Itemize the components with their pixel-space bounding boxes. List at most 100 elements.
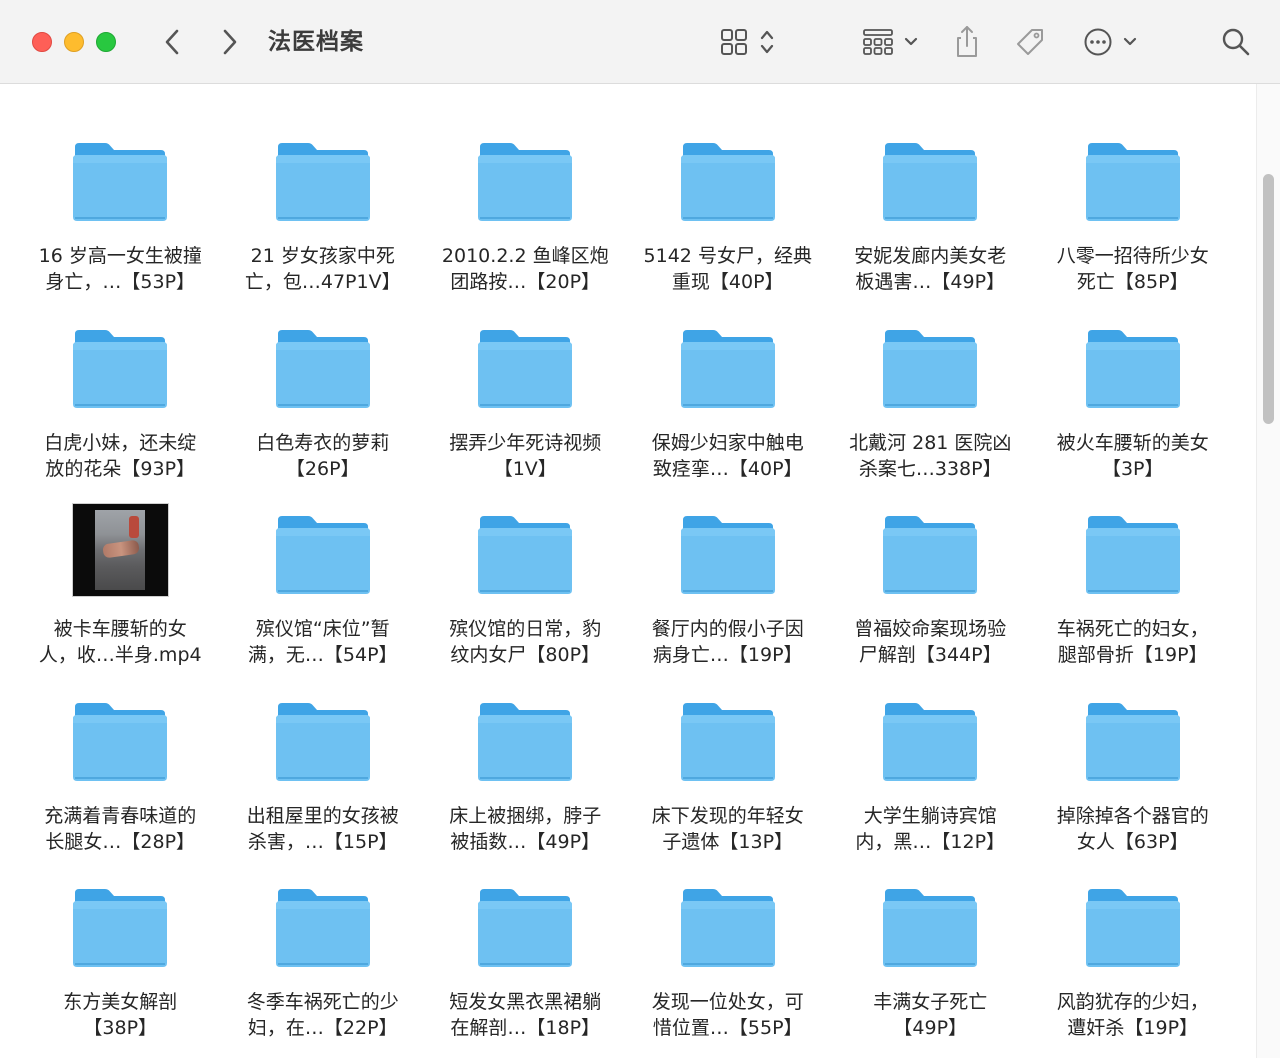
file-name-label: 充满着青春味道的 长腿女…【28P】 <box>44 804 197 853</box>
file-item[interactable]: 殡仪馆“床位”暂 满，无…【54P】 <box>222 502 425 689</box>
file-grid: 16 岁高一女生被撞 身亡，…【53P】 21 岁女孩家中死 亡，包…47P1V】… <box>19 129 1234 1058</box>
file-item[interactable]: 短发女黑衣黑裙躺 在解剖…【18P】 <box>424 875 627 1058</box>
file-item[interactable]: 丰满女子死亡 【49P】 <box>829 875 1032 1058</box>
folder-icon <box>68 316 172 410</box>
ellipsis-circle-icon <box>1084 28 1137 56</box>
folder-icon-graphic <box>478 516 573 594</box>
grid-view-icon <box>721 29 774 55</box>
file-item[interactable]: 2010.2.2 鱼峰区炮 团路按…【20P】 <box>424 129 627 316</box>
search-button[interactable] <box>1218 22 1254 62</box>
folder-icon-graphic <box>1085 889 1180 967</box>
folder-icon <box>676 875 780 969</box>
folder-icon <box>676 502 780 596</box>
file-item[interactable]: 被火车腰斩的美女 【3P】 <box>1032 316 1235 503</box>
file-item[interactable]: 车祸死亡的妇女， 腿部骨折【19P】 <box>1032 502 1235 689</box>
file-name-label: 床上被捆绑，脖子 被插数…【49P】 <box>449 804 602 853</box>
back-button[interactable] <box>156 22 188 62</box>
folder-icon-graphic <box>680 516 775 594</box>
close-button[interactable] <box>32 32 52 52</box>
file-name-label: 餐厅内的假小子因 病身亡…【19P】 <box>651 618 804 666</box>
folder-icon-graphic <box>680 702 775 781</box>
file-name-label: 大学生躺诗宾馆 内，黑…【12P】 <box>855 804 1006 853</box>
file-browser-content: 16 岁高一女生被撞 身亡，…【53P】 21 岁女孩家中死 亡，包…47P1V】… <box>0 84 1256 1058</box>
file-name-label: 安妮发廊内美女老 板遇害…【49P】 <box>854 245 1007 293</box>
chevron-left-icon <box>165 29 179 55</box>
file-name-label: 床下发现的年轻女 子遗体【13P】 <box>651 804 804 853</box>
folder-icon-graphic <box>1085 516 1180 594</box>
folder-icon <box>271 875 375 969</box>
file-item[interactable]: 东方美女解剖 【38P】 <box>19 875 222 1058</box>
folder-icon <box>1081 875 1185 969</box>
file-name-label: 曾福姣命案现场验 尸解剖【344P】 <box>854 618 1007 666</box>
minimize-button[interactable] <box>64 32 84 52</box>
share-icon <box>957 26 977 57</box>
file-item[interactable]: 保姆少妇家中触电 致痉挛…【40P】 <box>627 316 830 503</box>
folder-icon <box>878 502 982 596</box>
forward-button[interactable] <box>214 22 246 62</box>
tag-icon <box>1017 29 1043 55</box>
file-name-label: 掉除掉各个器官的 女人【63P】 <box>1056 804 1209 853</box>
video-thumbnail <box>68 502 172 596</box>
folder-icon-graphic <box>73 143 168 221</box>
file-item[interactable]: 被卡车腰斩的女 人，收…半身.mp4 <box>19 502 222 689</box>
folder-icon-graphic <box>478 702 573 781</box>
file-name-label: 殡仪馆的日常，豹 纹内女尸【80P】 <box>449 618 602 666</box>
toolbar: 法医档案 <box>0 0 1280 84</box>
tags-button[interactable] <box>1010 22 1050 62</box>
folder-icon-graphic <box>883 889 978 967</box>
folder-icon <box>676 689 780 783</box>
file-item[interactable]: 白色寿衣的萝莉 【26P】 <box>222 316 425 503</box>
file-item[interactable]: 充满着青春味道的 长腿女…【28P】 <box>19 689 222 876</box>
file-name-label: 北戴河 281 医院凶 杀案七…338P】 <box>849 431 1012 480</box>
file-item[interactable]: 北戴河 281 医院凶 杀案七…338P】 <box>829 316 1032 503</box>
folder-icon-graphic <box>1085 329 1180 408</box>
file-item[interactable]: 八零一招待所少女 死亡【85P】 <box>1032 129 1235 316</box>
file-item[interactable]: 16 岁高一女生被撞 身亡，…【53P】 <box>19 129 222 316</box>
file-item[interactable]: 摆弄少年死诗视频 【1V】 <box>424 316 627 503</box>
vertical-scrollbar[interactable] <box>1256 84 1280 1058</box>
file-item[interactable]: 安妮发廊内美女老 板遇害…【49P】 <box>829 129 1032 316</box>
file-item[interactable]: 21 岁女孩家中死 亡，包…47P1V】 <box>222 129 425 316</box>
folder-icon-graphic <box>73 329 168 408</box>
file-item[interactable]: 床上被捆绑，脖子 被插数…【49P】 <box>424 689 627 876</box>
zoom-button[interactable] <box>96 32 116 52</box>
file-item[interactable]: 大学生躺诗宾馆 内，黑…【12P】 <box>829 689 1032 876</box>
view-mode-button[interactable] <box>716 22 782 62</box>
file-item[interactable]: 风韵犹存的少妇， 遭奸杀【19P】 <box>1032 875 1235 1058</box>
file-item[interactable]: 发现一位处女，可 惜位置…【55P】 <box>627 875 830 1058</box>
folder-icon <box>473 129 577 223</box>
file-name-label: 2010.2.2 鱼峰区炮 团路按…【20P】 <box>441 245 609 293</box>
file-item[interactable]: 冬季车祸死亡的少 妇，在…【22P】 <box>222 875 425 1058</box>
file-name-label: 5142 号女尸，经典 重现【40P】 <box>643 245 812 293</box>
file-item[interactable]: 殡仪馆的日常，豹 纹内女尸【80P】 <box>424 502 627 689</box>
file-name-label: 发现一位处女，可 惜位置…【55P】 <box>651 991 804 1039</box>
share-button[interactable] <box>950 22 984 62</box>
file-name-label: 白色寿衣的萝莉 【26P】 <box>256 431 390 480</box>
folder-icon <box>878 875 982 969</box>
folder-icon <box>68 129 172 223</box>
group-by-button[interactable] <box>858 22 924 62</box>
scrollbar-thumb[interactable] <box>1263 174 1274 424</box>
folder-icon <box>473 316 577 410</box>
folder-icon-graphic <box>1085 143 1180 221</box>
more-actions-button[interactable] <box>1080 22 1142 62</box>
folder-icon-graphic <box>73 702 168 781</box>
folder-icon <box>271 129 375 223</box>
file-name-label: 车祸死亡的妇女， 腿部骨折【19P】 <box>1056 618 1209 666</box>
thumbnail-detail <box>128 516 139 538</box>
window-title: 法医档案 <box>268 29 364 55</box>
file-item[interactable]: 床下发现的年轻女 子遗体【13P】 <box>627 689 830 876</box>
folder-icon <box>1081 689 1185 783</box>
folder-icon-graphic <box>478 889 573 967</box>
file-name-label: 丰满女子死亡 【49P】 <box>873 991 988 1039</box>
finder-window: 法医档案 16 岁高一女生被撞 身亡，…【53P】 21 岁女孩家中死 亡，包…… <box>0 0 1280 1058</box>
folder-icon <box>68 875 172 969</box>
file-item[interactable]: 5142 号女尸，经典 重现【40P】 <box>627 129 830 316</box>
file-item[interactable]: 出租屋里的女孩被 杀害，…【15P】 <box>222 689 425 876</box>
file-item[interactable]: 餐厅内的假小子因 病身亡…【19P】 <box>627 502 830 689</box>
file-item[interactable]: 白虎小妹，还未绽 放的花朵【93P】 <box>19 316 222 503</box>
folder-icon <box>878 316 982 410</box>
folder-icon <box>1081 129 1185 223</box>
file-item[interactable]: 掉除掉各个器官的 女人【63P】 <box>1032 689 1235 876</box>
file-item[interactable]: 曾福姣命案现场验 尸解剖【344P】 <box>829 502 1032 689</box>
